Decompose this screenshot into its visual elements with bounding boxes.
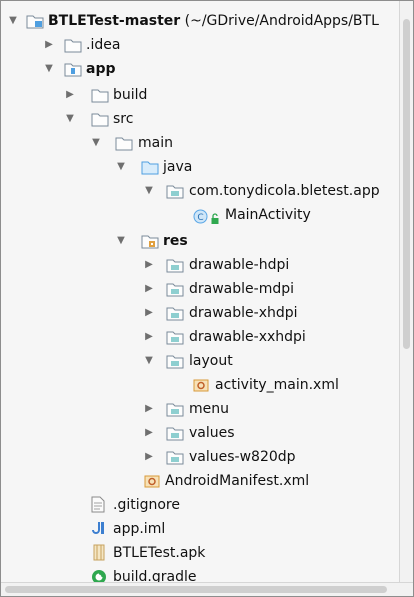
project-root-path: (~/GDrive/AndroidApps/BTL xyxy=(180,13,379,29)
tree-label-values: values xyxy=(189,425,235,441)
collapsed-arrow-icon[interactable]: ▶ xyxy=(143,253,155,277)
expand-arrow-icon[interactable]: ▼ xyxy=(43,57,55,81)
vertical-scroll-thumb[interactable] xyxy=(403,19,410,349)
collapsed-arrow-icon[interactable]: ▶ xyxy=(143,301,155,325)
tree-label-res: res xyxy=(163,233,188,249)
tree-label-drawable-hdpi: drawable-hdpi xyxy=(189,257,290,273)
tree-label-apk: BTLETest.apk xyxy=(113,545,206,561)
tree-node-app-iml[interactable]: app.iml xyxy=(1,517,399,541)
collapsed-arrow-icon[interactable]: ▶ xyxy=(143,277,155,301)
tree-label-src: src xyxy=(113,111,134,127)
horizontal-scroll-thumb[interactable] xyxy=(5,586,387,593)
tree-node-drawable-xhdpi[interactable]: ▶ drawable-xhdpi xyxy=(1,301,399,325)
tree-node-android-manifest[interactable]: AndroidManifest.xml xyxy=(1,469,399,493)
collapsed-arrow-icon[interactable]: ▶ xyxy=(143,397,155,421)
collapsed-arrow-icon[interactable]: ▶ xyxy=(64,83,76,107)
tree-node-layout[interactable]: ▼ layout xyxy=(1,349,399,373)
tree-node-activity-main[interactable]: activity_main.xml xyxy=(1,373,399,397)
svg-text:C: C xyxy=(197,213,203,223)
collapsed-arrow-icon[interactable]: ▶ xyxy=(143,421,155,445)
expand-arrow-icon[interactable]: ▼ xyxy=(143,179,155,203)
collapsed-arrow-icon[interactable]: ▶ xyxy=(143,325,155,349)
tree-node-drawable-xxhdpi[interactable]: ▶ drawable-xxhdpi xyxy=(1,325,399,349)
tree-node-drawable-hdpi[interactable]: ▶ drawable-hdpi xyxy=(1,253,399,277)
tree-label-menu: menu xyxy=(189,401,229,417)
expand-arrow-icon[interactable]: ▼ xyxy=(143,349,155,373)
module-folder-icon xyxy=(64,61,82,85)
tree-label-main-activity: MainActivity xyxy=(225,207,311,223)
tree-node-package[interactable]: ▼ com.tonydicola.bletest.app xyxy=(1,179,399,203)
tree-label-activity-main: activity_main.xml xyxy=(215,377,339,393)
tree-node-values[interactable]: ▶ values xyxy=(1,421,399,445)
tree-node-apk[interactable]: BTLETest.apk xyxy=(1,541,399,565)
horizontal-scrollbar[interactable] xyxy=(1,582,413,596)
expand-arrow-icon[interactable]: ▼ xyxy=(7,9,19,33)
tree-node-java[interactable]: ▼ java xyxy=(1,155,399,179)
tree-node-drawable-mdpi[interactable]: ▶ drawable-mdpi xyxy=(1,277,399,301)
tree-label-drawable-xhdpi: drawable-xhdpi xyxy=(189,305,298,321)
collapsed-arrow-icon[interactable]: ▶ xyxy=(43,33,55,57)
collapsed-arrow-icon[interactable]: ▶ xyxy=(143,445,155,469)
tree-node-gitignore[interactable]: .gitignore xyxy=(1,493,399,517)
expand-arrow-icon[interactable]: ▼ xyxy=(90,131,102,155)
tree-node-app[interactable]: ▼ app xyxy=(1,57,399,81)
tree-label-app-iml: app.iml xyxy=(113,521,166,537)
tree-node-main-activity[interactable]: C MainActivity xyxy=(1,203,399,227)
project-panel: ▼ BTLETest-master (~/GDrive/AndroidApps/… xyxy=(0,0,414,597)
tree-label-drawable-xxhdpi: drawable-xxhdpi xyxy=(189,329,306,345)
tree-label-package: com.tonydicola.bletest.app xyxy=(189,183,380,199)
tree-node-main[interactable]: ▼ main xyxy=(1,131,399,155)
tree-node-src[interactable]: ▼ src xyxy=(1,107,399,131)
tree-node-values-w820dp[interactable]: ▶ values-w820dp xyxy=(1,445,399,469)
tree-node-res[interactable]: ▼ res xyxy=(1,229,399,253)
tree-label-main: main xyxy=(138,135,173,151)
tree-label-android-manifest: AndroidManifest.xml xyxy=(165,473,310,489)
tree-node-menu[interactable]: ▶ menu xyxy=(1,397,399,421)
tree-label-layout: layout xyxy=(189,353,233,369)
project-tree: ▼ BTLETest-master (~/GDrive/AndroidApps/… xyxy=(1,1,399,585)
tree-label-java: java xyxy=(163,159,193,175)
expand-arrow-icon[interactable]: ▼ xyxy=(115,229,127,253)
tree-label-values-w820dp: values-w820dp xyxy=(189,449,296,465)
tree-node-idea[interactable]: ▶ .idea xyxy=(1,33,399,57)
expand-arrow-icon[interactable]: ▼ xyxy=(64,107,76,131)
project-root-name: BTLETest-master xyxy=(48,13,181,29)
tree-label-app: app xyxy=(86,61,116,77)
expand-arrow-icon[interactable]: ▼ xyxy=(115,155,127,179)
tree-node-project-root[interactable]: ▼ BTLETest-master (~/GDrive/AndroidApps/… xyxy=(1,9,399,33)
tree-node-build[interactable]: ▶ build xyxy=(1,83,399,107)
vertical-scrollbar[interactable] xyxy=(399,1,413,582)
tree-label-idea: .idea xyxy=(86,37,121,53)
tree-label-gitignore: .gitignore xyxy=(113,497,180,513)
tree-label-build: build xyxy=(113,87,148,103)
tree-label-drawable-mdpi: drawable-mdpi xyxy=(189,281,294,297)
